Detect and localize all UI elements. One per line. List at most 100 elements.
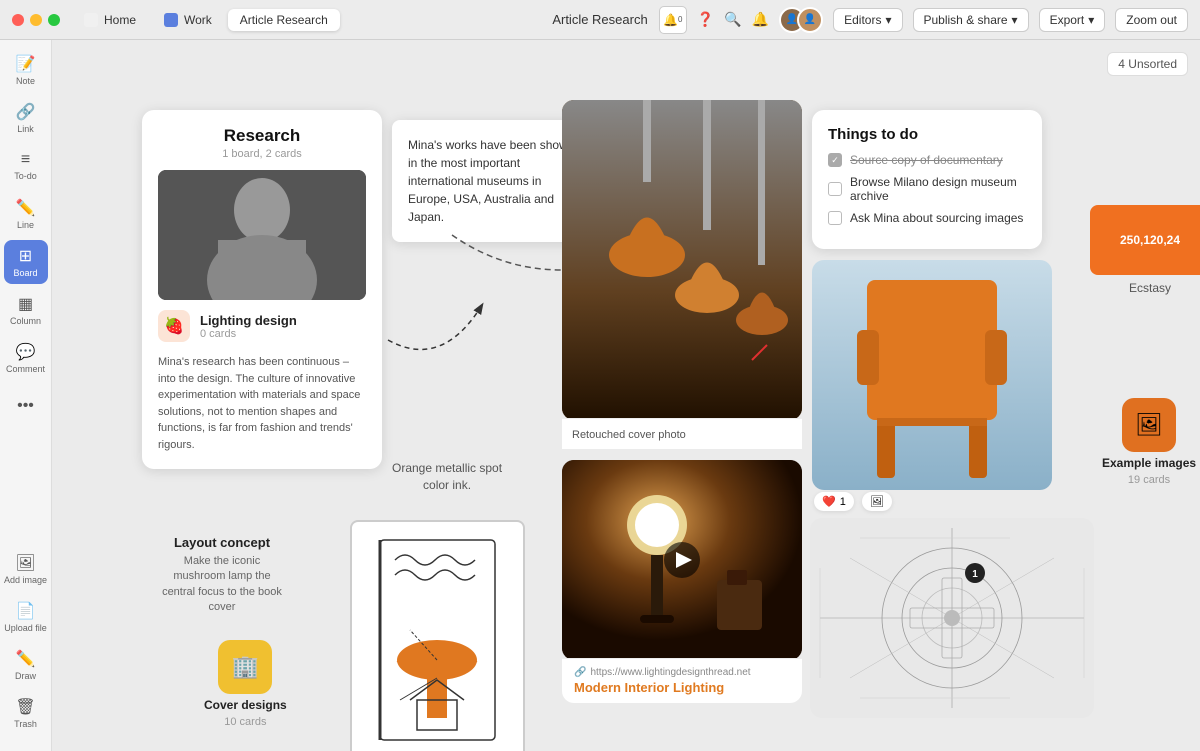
home-favicon (84, 13, 98, 27)
lighting-count: 0 cards (200, 328, 297, 340)
tab-work-label: Work (184, 13, 212, 27)
line-icon: ✏️ (16, 198, 36, 218)
notifications-button[interactable]: 🔔0 (659, 6, 687, 34)
image-icon: 🖼 (870, 495, 884, 508)
sketch-card[interactable] (350, 520, 525, 751)
example-images-icon: 🖼 (1122, 398, 1176, 452)
example-images-label: Example images (1102, 456, 1196, 470)
sidebar-column-label: Column (10, 316, 41, 326)
traffic-lights (12, 14, 60, 26)
export-button[interactable]: Export ▾ (1039, 8, 1106, 32)
sidebar-item-more[interactable]: ••• (4, 384, 48, 428)
annotation-text: Mina's works have been shown in the most… (408, 138, 574, 224)
person-photo-svg (158, 170, 366, 300)
todo-check-1[interactable] (828, 182, 842, 196)
orange-annotation: Orange metallic spotcolor ink. (392, 460, 502, 494)
room-photo-card[interactable] (562, 460, 802, 660)
sidebar-item-draw[interactable]: ✏️ Draw (4, 643, 48, 687)
titlebar: Home Work Article Research Article Resea… (0, 0, 1200, 40)
bell-button[interactable]: 🔔 (752, 11, 769, 28)
sidebar-item-link[interactable]: 🔗 Link (4, 96, 48, 140)
things-to-do-card: Things to do ✓ Source copy of documentar… (812, 110, 1042, 249)
todo-check-0[interactable]: ✓ (828, 153, 842, 167)
blueprint-card[interactable]: 1 (810, 518, 1094, 718)
sidebar-addimage-label: Add image (4, 575, 47, 585)
sidebar-item-todo[interactable]: ≡ To-do (4, 144, 48, 188)
sidebar-item-note[interactable]: 📝 Note (4, 48, 48, 92)
chair-photo-card[interactable] (812, 260, 1052, 490)
todo-item-0[interactable]: ✓ Source copy of documentary (828, 153, 1026, 167)
publish-label: Publish & share (924, 13, 1008, 27)
tab-home[interactable]: Home (72, 9, 148, 31)
lighting-row: 🍓 Lighting design 0 cards (158, 310, 366, 342)
comment-icon: 💬 (16, 342, 36, 362)
work-favicon (164, 13, 178, 27)
swatch-label: Ecstasy (1090, 281, 1200, 295)
research-photo (158, 170, 366, 300)
sidebar-item-comment[interactable]: 💬 Comment (4, 336, 48, 380)
cover-designs[interactable]: 🏢 Cover designs 10 cards (204, 640, 287, 728)
photo-caption-box (562, 418, 802, 449)
lighting-info: Lighting design 0 cards (200, 313, 297, 340)
toolbar-right: 🔔0 ❓ 🔍 🔔 👤 👤 Editors ▾ Publish & share ▾… (659, 6, 1188, 34)
layout-concept: Layout concept Make the iconic mushroom … (157, 535, 287, 616)
cover-designs-count: 10 cards (224, 716, 266, 728)
tab-article-research[interactable]: Article Research (228, 9, 340, 31)
lighting-label: Lighting design (200, 313, 297, 328)
chair-svg (812, 260, 1052, 490)
note-icon: 📝 (16, 54, 36, 74)
blueprint-svg: 1 (810, 518, 1094, 718)
sidebar-item-line[interactable]: ✏️ Line (4, 192, 48, 236)
link-icon: 🔗 (574, 667, 586, 678)
todo-text-2: Ask Mina about sourcing images (850, 211, 1023, 225)
notification-badge: 0 (678, 15, 682, 24)
editors-button[interactable]: Editors ▾ (833, 8, 902, 32)
sidebar-item-trash[interactable]: 🗑 Trash (4, 691, 48, 735)
search-button[interactable]: 🔍 (724, 11, 741, 28)
more-icon: ••• (17, 397, 34, 415)
avatar-group: 👤 👤 (779, 7, 823, 33)
publish-button[interactable]: Publish & share ▾ (913, 8, 1029, 32)
todo-text-0: Source copy of documentary (850, 153, 1003, 167)
sidebar-board-label: Board (13, 268, 37, 278)
link-card[interactable]: 🔗 https://www.lightingdesignthread.net M… (562, 658, 802, 703)
export-label: Export (1050, 13, 1085, 27)
tab-bar: Home Work Article Research (72, 9, 340, 31)
todo-check-2[interactable] (828, 211, 842, 225)
sidebar-item-column[interactable]: ▦ Column (4, 288, 48, 332)
maximize-button[interactable] (48, 14, 60, 26)
tab-work[interactable]: Work (152, 9, 224, 31)
lighting-icon: 🍓 (158, 310, 190, 342)
lamps-svg (562, 100, 802, 420)
app-body: 📝 Note 🔗 Link ≡ To-do ✏️ Line ⊞ Board ▦ … (0, 40, 1200, 751)
image-reaction[interactable]: 🖼 (862, 492, 892, 511)
heart-reaction[interactable]: ❤️ 1 (814, 492, 854, 511)
reaction-row: ❤️ 1 🖼 (814, 492, 892, 511)
avatar-2: 👤 (797, 7, 823, 33)
sidebar-item-addimage[interactable]: 🖼 Add image (4, 547, 48, 591)
todo-item-1[interactable]: Browse Milano design museum archive (828, 175, 1026, 203)
link-url: https://www.lightingdesignthread.net (590, 667, 750, 678)
swatch-value: 250,120,24 (1120, 233, 1180, 247)
room-svg (562, 460, 802, 660)
photo-caption-input[interactable] (572, 429, 792, 441)
help-button[interactable]: ❓ (697, 11, 714, 28)
sidebar-item-upload[interactable]: 📄 Upload file (4, 595, 48, 639)
sidebar-trash-label: Trash (14, 719, 37, 729)
sidebar-item-board[interactable]: ⊞ Board (4, 240, 48, 284)
sidebar: 📝 Note 🔗 Link ≡ To-do ✏️ Line ⊞ Board ▦ … (0, 40, 52, 751)
sidebar-link-label: Link (17, 124, 34, 134)
link-title[interactable]: Modern Interior Lighting (574, 680, 790, 695)
lamps-photo-card[interactable] (562, 100, 802, 420)
research-title: Research (158, 126, 366, 146)
research-card[interactable]: Research 1 board, 2 cards 🍓 Lighting des… (142, 110, 382, 469)
zoom-button[interactable]: Zoom out (1115, 8, 1188, 32)
close-button[interactable] (12, 14, 24, 26)
sketch-svg (360, 530, 515, 750)
todo-item-2[interactable]: Ask Mina about sourcing images (828, 211, 1026, 225)
minimize-button[interactable] (30, 14, 42, 26)
window-title: Article Research (552, 12, 647, 27)
example-images[interactable]: 🖼 Example images 19 cards (1102, 398, 1196, 486)
layout-concept-title: Layout concept (157, 535, 287, 550)
things-title: Things to do (828, 126, 1026, 143)
